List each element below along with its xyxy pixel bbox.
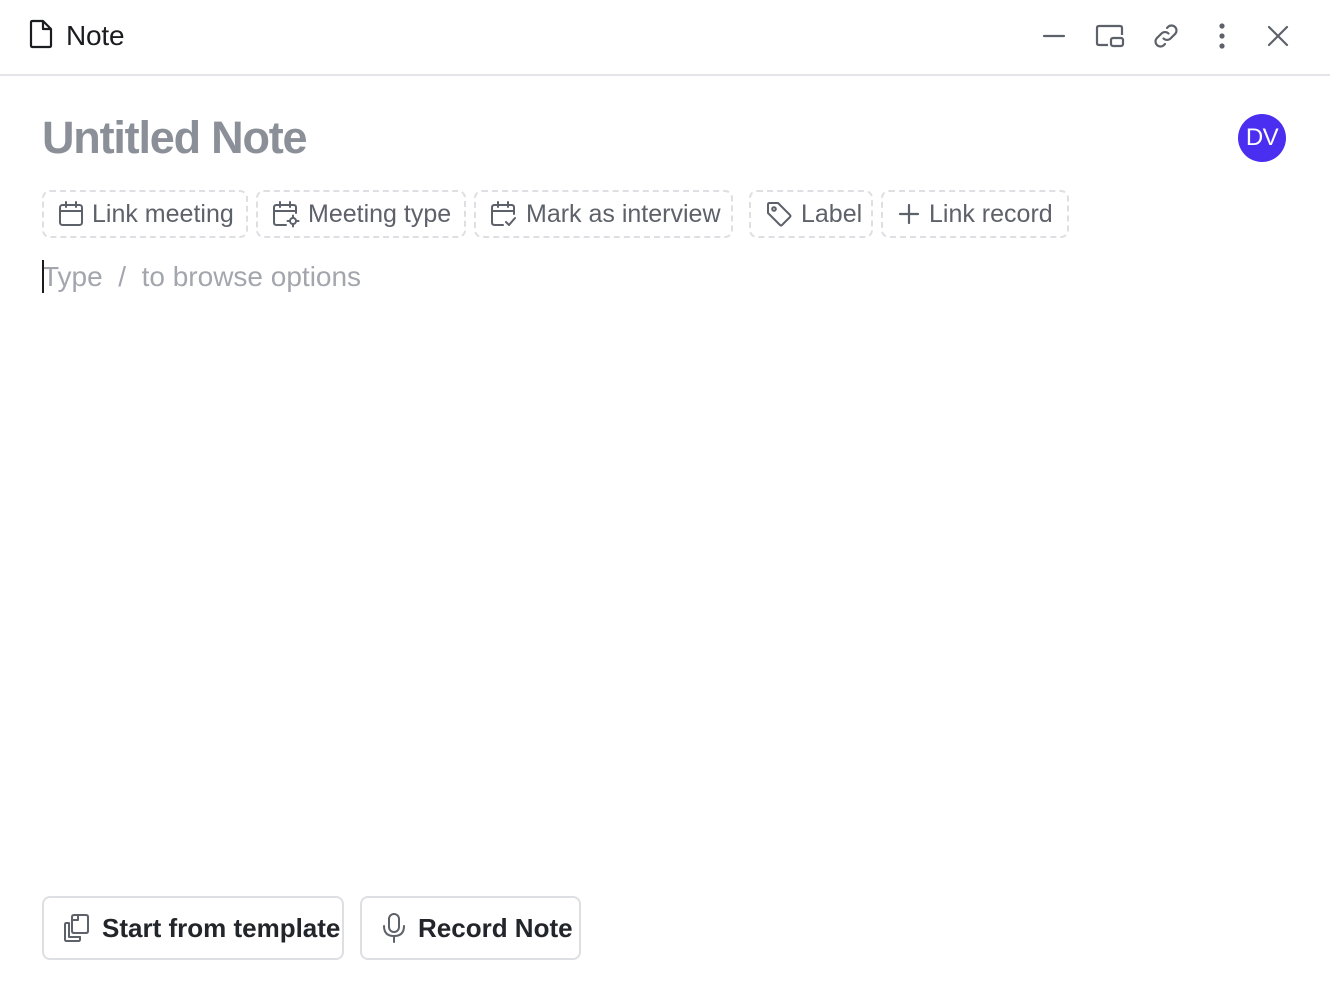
link-meeting-chip[interactable]: Link meeting — [42, 190, 248, 238]
text-caret — [42, 260, 44, 293]
editor-placeholder: Type / to browse options — [42, 261, 362, 292]
note-title[interactable]: Untitled Note — [42, 110, 308, 166]
label-chip[interactable]: Label — [749, 190, 873, 238]
note-editor[interactable]: Type / to browse options — [42, 256, 1288, 856]
more-vertical-icon — [1217, 22, 1227, 50]
mark-as-interview-chip[interactable]: Mark as interview — [474, 190, 733, 238]
copy-link-button[interactable] — [1146, 16, 1186, 56]
record-note-label: Record Note — [418, 912, 573, 943]
label-chip-label: Label — [801, 199, 863, 228]
picture-in-picture-icon — [1094, 22, 1126, 50]
calendar-settings-icon — [272, 200, 300, 228]
calendar-icon — [58, 200, 84, 228]
minimize-icon — [1041, 23, 1067, 49]
start-from-template-label: Start from template — [102, 912, 341, 943]
avatar-initials: DV — [1245, 124, 1279, 151]
link-record-chip[interactable]: Link record — [881, 190, 1069, 238]
record-note-button[interactable]: Record Note — [360, 896, 581, 960]
meeting-type-chip[interactable]: Meeting type — [256, 190, 466, 238]
link-icon — [1150, 20, 1182, 52]
link-record-label: Link record — [929, 199, 1053, 228]
close-button[interactable] — [1258, 16, 1298, 56]
minimize-button[interactable] — [1034, 16, 1074, 56]
copy-template-icon — [62, 912, 92, 944]
header-bar: Note — [0, 0, 1330, 76]
header-title: Note — [66, 20, 125, 51]
note-window: Note Untitled Note DV Link meeting Meeti… — [0, 0, 1330, 986]
header-title-group: Note — [28, 18, 125, 54]
close-icon — [1266, 24, 1290, 48]
avatar[interactable]: DV — [1238, 114, 1286, 162]
file-icon — [28, 19, 54, 54]
picture-in-picture-button[interactable] — [1090, 16, 1130, 56]
tag-icon — [765, 200, 793, 228]
more-options-button[interactable] — [1202, 16, 1242, 56]
mark-as-interview-label: Mark as interview — [526, 199, 721, 228]
microphone-icon — [380, 912, 408, 944]
start-from-template-button[interactable]: Start from template — [42, 896, 344, 960]
header-actions — [1034, 16, 1298, 56]
plus-icon — [897, 202, 921, 226]
meeting-type-label: Meeting type — [308, 199, 452, 228]
link-meeting-label: Link meeting — [92, 199, 234, 228]
calendar-check-icon — [490, 200, 518, 228]
